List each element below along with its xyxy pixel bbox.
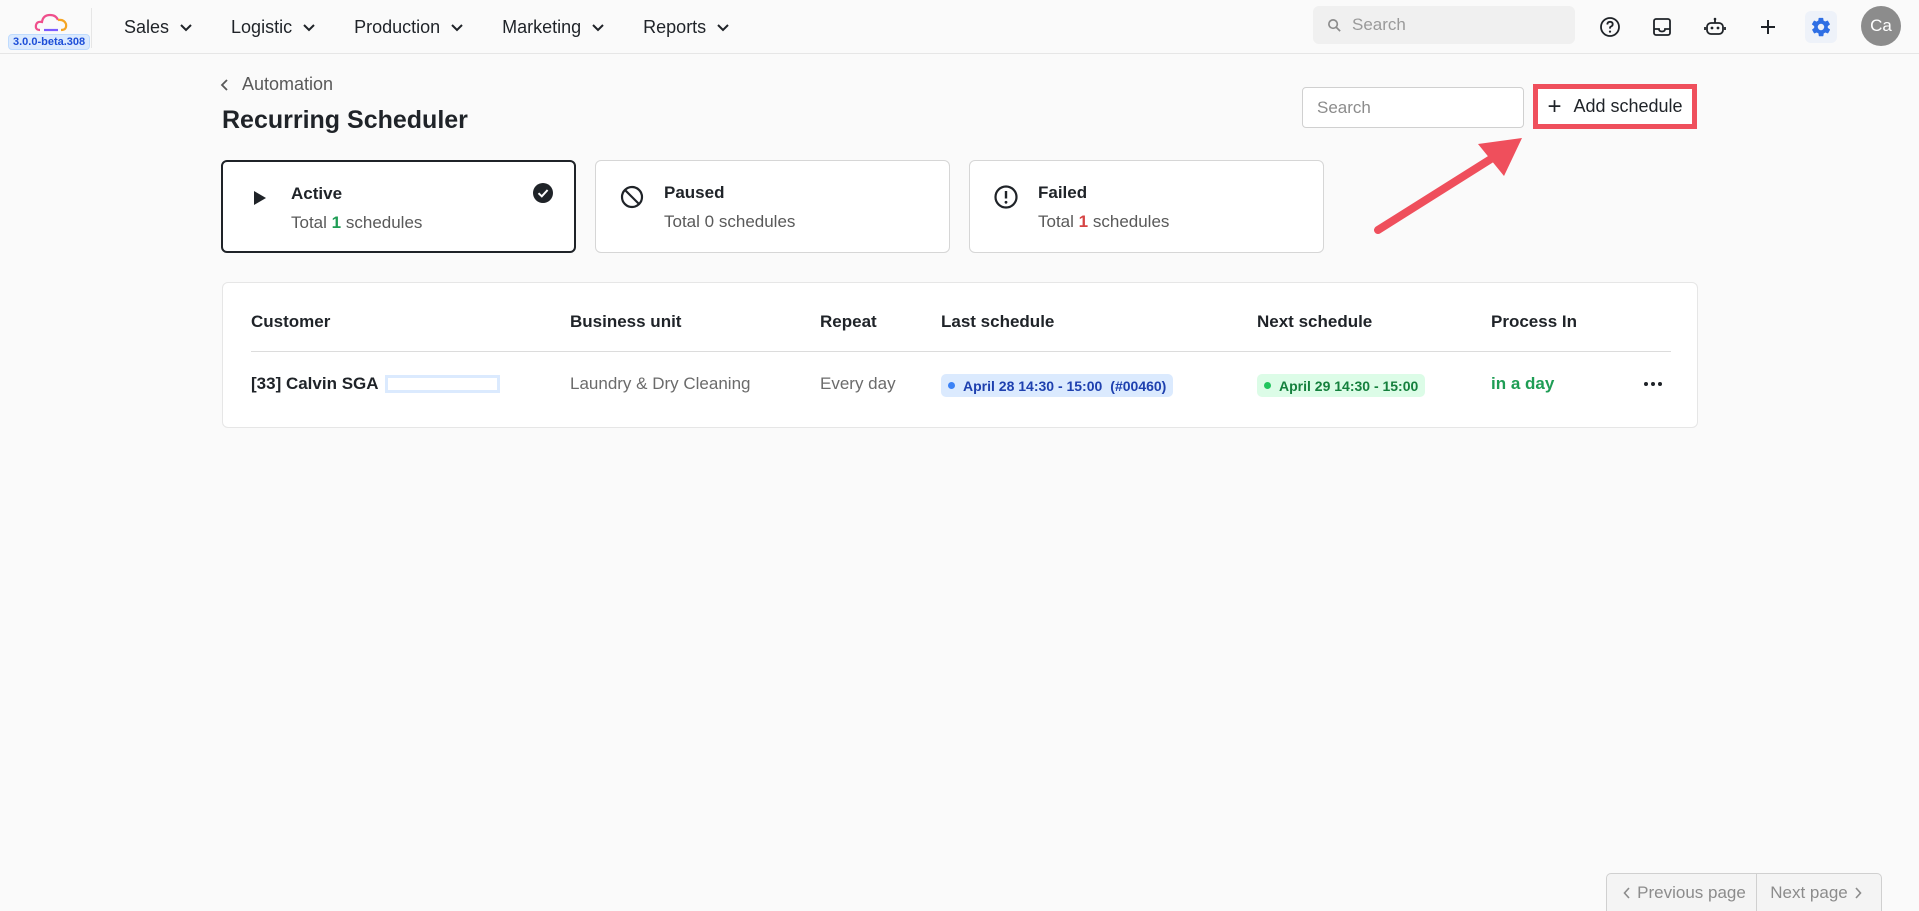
status-dot — [948, 382, 955, 389]
column-header-business-unit: Business unit — [570, 312, 682, 331]
nav-label: Reports — [643, 16, 707, 37]
alert-circle-icon — [994, 185, 1018, 209]
status-card-title: Failed — [1038, 183, 1088, 202]
ban-icon — [620, 185, 644, 209]
schedules-table: Customer Business unit Repeat Last sched… — [222, 282, 1698, 428]
settings-button[interactable] — [1805, 11, 1837, 43]
status-suffix: schedules — [345, 213, 423, 232]
create-button[interactable] — [1752, 11, 1784, 43]
nav-reports[interactable]: Reports — [643, 17, 730, 38]
play-icon — [254, 191, 266, 205]
plus-icon: + — [1547, 92, 1562, 120]
status-dot — [1264, 382, 1271, 389]
status-count: 1 — [1078, 212, 1089, 231]
logo-divider — [91, 8, 92, 48]
robot-icon — [1704, 17, 1726, 35]
column-header-process-in: Process In — [1491, 312, 1577, 331]
pagination: Previous page Next page — [1606, 873, 1882, 911]
column-header-last-schedule: Last schedule — [941, 312, 1055, 331]
inbox-button[interactable] — [1646, 11, 1678, 43]
previous-page-label: Previous page — [1637, 883, 1746, 902]
status-count: 0 — [704, 212, 715, 231]
status-suffix: schedules — [718, 212, 796, 231]
status-card-subtitle: Total 1 schedules — [291, 213, 422, 233]
nav-logistic[interactable]: Logistic — [231, 17, 316, 38]
last-schedule-badge[interactable]: April 28 14:30 - 15:00 (#00460) — [941, 374, 1174, 397]
status-prefix: Total — [1038, 212, 1074, 231]
chevron-down-icon — [451, 24, 463, 32]
status-card-title: Active — [291, 184, 343, 203]
business-unit-cell: Laundry & Dry Cleaning — [570, 374, 751, 393]
more-options-icon[interactable] — [1641, 375, 1665, 393]
process-in-cell: in a day — [1491, 374, 1555, 393]
status-count: 1 — [331, 213, 342, 232]
version-badge: 3.0.0-beta.308 — [8, 34, 91, 50]
nav-label: Logistic — [231, 16, 293, 37]
chevron-down-icon — [303, 24, 315, 32]
next-page-button[interactable]: Next page — [1757, 874, 1881, 911]
last-schedule-time: April 28 14:30 - 15:00 — [963, 377, 1103, 394]
chevron-down-icon — [717, 24, 729, 32]
chevron-down-icon — [180, 24, 192, 32]
table-header-divider — [251, 351, 1671, 352]
nav-production[interactable]: Production — [354, 17, 464, 38]
main-nav: Sales Logistic Production Marketing Repo… — [124, 0, 768, 54]
status-suffix: schedules — [1092, 212, 1170, 231]
app-logo[interactable]: 3.0.0-beta.308 — [6, 8, 94, 52]
next-page-label: Next page — [1770, 883, 1848, 902]
add-schedule-button[interactable]: + Add schedule — [1533, 84, 1697, 129]
help-icon — [1600, 17, 1620, 37]
redacted-field — [384, 375, 500, 393]
customer-name: [33] Calvin SGA — [251, 374, 379, 393]
next-schedule-badge: April 29 14:30 - 15:00 — [1257, 374, 1426, 397]
chevron-left-icon — [220, 78, 228, 91]
page-title: Recurring Scheduler — [222, 106, 468, 134]
schedule-search-input[interactable] — [1302, 87, 1524, 128]
plus-icon — [1761, 20, 1775, 34]
column-header-next-schedule: Next schedule — [1257, 312, 1373, 331]
column-header-repeat: Repeat — [820, 312, 877, 331]
last-schedule-ref: (#00460) — [1110, 377, 1167, 394]
search-icon — [1328, 18, 1341, 32]
next-schedule-time: April 29 14:30 - 15:00 — [1279, 377, 1419, 394]
check-circle-icon — [533, 183, 553, 203]
column-header-customer: Customer — [251, 312, 331, 331]
global-search-input[interactable] — [1352, 15, 1552, 35]
nav-label: Sales — [124, 16, 170, 37]
add-schedule-label: Add schedule — [1573, 96, 1683, 116]
status-prefix: Total — [664, 212, 700, 231]
nav-marketing[interactable]: Marketing — [502, 17, 605, 38]
cloud-logo-icon — [34, 13, 68, 32]
gear-icon — [1811, 17, 1831, 37]
status-card-paused[interactable]: Paused Total 0 schedules — [595, 160, 950, 253]
status-card-subtitle: Total 0 schedules — [664, 212, 795, 232]
repeat-cell: Every day — [820, 374, 896, 393]
help-button[interactable] — [1594, 11, 1626, 43]
breadcrumb[interactable]: Automation — [220, 74, 333, 95]
status-prefix: Total — [291, 213, 327, 232]
chevron-left-icon — [1623, 887, 1630, 899]
nav-label: Marketing — [502, 16, 582, 37]
chevron-down-icon — [592, 24, 604, 32]
global-search[interactable] — [1313, 6, 1575, 44]
inbox-icon — [1653, 18, 1671, 36]
annotation-arrow-icon — [1374, 138, 1522, 234]
assistant-button[interactable] — [1699, 11, 1731, 43]
breadcrumb-label: Automation — [242, 74, 334, 94]
nav-label: Production — [354, 16, 441, 37]
previous-page-button[interactable]: Previous page — [1607, 874, 1757, 911]
status-card-title: Paused — [664, 183, 725, 202]
status-card-subtitle: Total 1 schedules — [1038, 212, 1169, 232]
customer-cell[interactable]: [33] Calvin SGA — [251, 374, 500, 394]
status-card-failed[interactable]: Failed Total 1 schedules — [969, 160, 1324, 253]
nav-sales[interactable]: Sales — [124, 17, 193, 38]
status-card-active[interactable]: Active Total 1 schedules — [221, 160, 576, 253]
avatar[interactable]: Ca — [1861, 6, 1901, 46]
top-bar: 3.0.0-beta.308 Sales Logistic Production… — [0, 0, 1919, 54]
chevron-right-icon — [1855, 887, 1862, 899]
